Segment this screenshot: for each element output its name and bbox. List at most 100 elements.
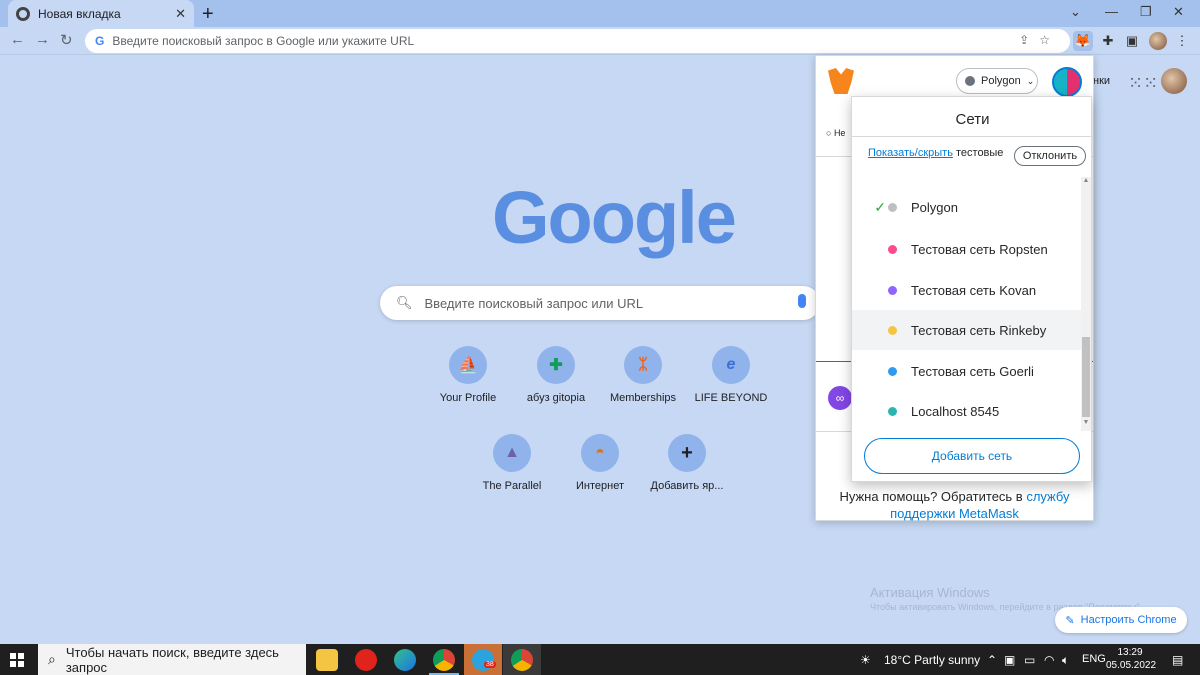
minimize-icon[interactable]: — xyxy=(1105,4,1118,19)
customize-chrome-button[interactable]: ✎ Настроить Chrome xyxy=(1055,607,1187,633)
network-item-goerli[interactable]: Тестовая сеть Goerli xyxy=(852,351,1081,391)
microphone-icon[interactable] xyxy=(798,294,806,308)
notifications-icon[interactable]: ▤ xyxy=(1172,653,1183,667)
polygon-token-icon[interactable]: ∞ xyxy=(828,386,852,410)
scroll-up-icon[interactable]: ▲ xyxy=(1082,177,1090,184)
forward-icon[interactable]: → xyxy=(35,31,50,48)
search-icon: ⌕ xyxy=(48,651,56,667)
shortcut-internet[interactable]: ◓ Интернет xyxy=(555,434,645,492)
network-selector-label: Polygon xyxy=(981,75,1021,87)
share-icon[interactable]: ⇪ xyxy=(1019,33,1039,47)
shortcut-abuz-gitopia[interactable]: ✚ абуз gitopia xyxy=(511,346,601,404)
shortcut-label: Добавить яр... xyxy=(650,480,724,492)
images-link-partial[interactable]: нки xyxy=(1093,75,1110,87)
network-dot-icon xyxy=(965,76,975,86)
show-hide-link[interactable]: Показать/скрыть xyxy=(868,147,953,159)
network-item-ropsten[interactable]: Тестовая сеть Ropsten xyxy=(852,229,1081,269)
extensions-puzzle-icon[interactable]: ✚ xyxy=(1098,31,1118,51)
chrome-icon xyxy=(16,6,30,21)
window-close-icon[interactable]: ✕ xyxy=(1173,4,1184,20)
file-explorer-icon[interactable] xyxy=(316,649,338,671)
networks-scrollbar[interactable]: ▲ ▼ xyxy=(1081,177,1091,431)
google-g-icon: G xyxy=(95,34,105,48)
scroll-down-icon[interactable]: ▼ xyxy=(1082,419,1090,426)
ntp-search-box[interactable]: 🔍︎ Введите поисковый запрос или URL xyxy=(380,286,820,320)
network-item-localhost[interactable]: Localhost 8545 xyxy=(852,391,1081,431)
tab-close-icon[interactable]: ✕ xyxy=(175,6,186,22)
network-dot-icon xyxy=(888,366,897,376)
plus-icon: + xyxy=(668,434,706,472)
tab-new-tab[interactable]: Новая вкладка ✕ xyxy=(8,0,194,27)
weather-icon[interactable]: ☀ xyxy=(860,653,871,667)
shortcut-your-profile[interactable]: ⛵ Your Profile xyxy=(423,346,513,404)
shortcut-life-beyond[interactable]: e LIFE BEYOND xyxy=(686,346,776,404)
chrome-profile-taskbar-icon[interactable] xyxy=(511,649,533,671)
dismiss-button[interactable]: Отклонить xyxy=(1014,146,1086,166)
shortcut-add[interactable]: + Добавить яр... xyxy=(642,434,732,492)
pencil-icon: ✎ xyxy=(1065,614,1075,627)
metamask-extension-icon[interactable]: 🦊 xyxy=(1073,31,1093,51)
fnatic-icon: ᛯ xyxy=(624,346,662,384)
restore-icon[interactable]: ❐ xyxy=(1140,4,1152,20)
shortcut-label: LIFE BEYOND xyxy=(694,392,768,404)
bookmark-star-icon[interactable]: ☆ xyxy=(1039,33,1060,47)
google-account-avatar[interactable] xyxy=(1161,68,1187,94)
tray-chevron-icon[interactable]: ⌃ xyxy=(987,653,997,667)
language-indicator[interactable]: ENG xyxy=(1082,653,1106,665)
address-bar-placeholder: Введите поисковый запрос в Google или ук… xyxy=(112,34,415,48)
shortcut-label: Интернет xyxy=(576,480,624,492)
windows-start-icon[interactable] xyxy=(10,653,24,667)
side-panel-icon[interactable]: ▣ xyxy=(1122,31,1142,51)
rainbow-icon: ◓ xyxy=(581,434,619,472)
chrome-menu-icon[interactable]: ⋮ xyxy=(1172,31,1192,51)
tray-app-icon[interactable]: ▣ xyxy=(1004,653,1015,667)
tab-title: Новая вкладка xyxy=(38,6,121,21)
back-icon[interactable]: ← xyxy=(10,31,25,48)
network-item-rinkeby[interactable]: Тестовая сеть Rinkeby xyxy=(852,310,1081,350)
network-item-polygon[interactable]: ✓ Polygon xyxy=(852,187,1081,227)
add-network-button[interactable]: Добавить сеть xyxy=(864,438,1080,474)
sailboat-icon: ⛵ xyxy=(449,346,487,384)
taskbar-search[interactable]: ⌕ Чтобы начать поиск, введите здесь запр… xyxy=(38,644,306,675)
profile-avatar[interactable] xyxy=(1149,32,1167,50)
search-icon: 🔍︎ xyxy=(396,295,413,310)
opera-icon[interactable] xyxy=(355,649,377,671)
network-item-kovan[interactable]: Тестовая сеть Kovan xyxy=(852,270,1081,310)
shortcut-memberships[interactable]: ᛯ Memberships xyxy=(598,346,688,404)
scrollbar-thumb[interactable] xyxy=(1082,337,1090,417)
network-icon[interactable]: ◠ xyxy=(1044,653,1054,667)
telegram-badge: 38 xyxy=(484,661,496,668)
parallel-icon: ▲ xyxy=(493,434,531,472)
shortcut-label: Your Profile xyxy=(439,392,497,404)
shortcut-the-parallel[interactable]: ▲ The Parallel xyxy=(467,434,557,492)
check-icon: ✓ xyxy=(874,198,886,215)
test-networks-notice: Показать/скрыть тестовые xyxy=(868,147,1004,159)
reload-icon[interactable]: ↻ xyxy=(60,31,73,49)
metamask-fox-icon xyxy=(828,68,854,94)
network-item-label: Localhost 8545 xyxy=(911,403,1000,419)
account-status-partial: ○ Не xyxy=(826,128,846,138)
tab-search-chevron-icon[interactable]: ⌄ xyxy=(1070,4,1081,20)
shortcut-label: абуз gitopia xyxy=(526,392,586,404)
address-bar[interactable]: G Введите поисковый запрос в Google или … xyxy=(85,29,1070,53)
shortcut-label: The Parallel xyxy=(482,480,542,492)
clock[interactable]: 13:29 05.05.2022 xyxy=(1106,646,1156,672)
volume-icon[interactable]: 🔈︎ xyxy=(1062,653,1069,668)
e-icon: e xyxy=(712,346,750,384)
plus-square-icon: ✚ xyxy=(537,346,575,384)
chrome-taskbar-icon[interactable] xyxy=(433,649,455,671)
network-dot-icon xyxy=(888,244,897,254)
network-selector[interactable]: Polygon ⌄ xyxy=(956,68,1038,94)
tab-strip: Новая вкладка ✕ + ⌄ — ❐ ✕ xyxy=(0,0,1200,27)
new-tab-button[interactable]: + xyxy=(202,3,214,26)
weather-text[interactable]: 18°C Partly sunny xyxy=(884,653,980,667)
shortcut-label: Memberships xyxy=(609,392,677,404)
edge-icon[interactable] xyxy=(394,649,416,671)
toolbar: ← → ↻ G Введите поисковый запрос в Googl… xyxy=(0,27,1200,55)
network-item-label: Polygon xyxy=(911,199,958,215)
account-identicon[interactable] xyxy=(1052,67,1082,97)
apps-grid-icon[interactable]: ⁙⁙ xyxy=(1128,73,1158,94)
google-logo: Google xyxy=(492,176,737,259)
network-dot-icon xyxy=(888,202,897,212)
battery-icon[interactable]: ▭ xyxy=(1024,653,1035,667)
